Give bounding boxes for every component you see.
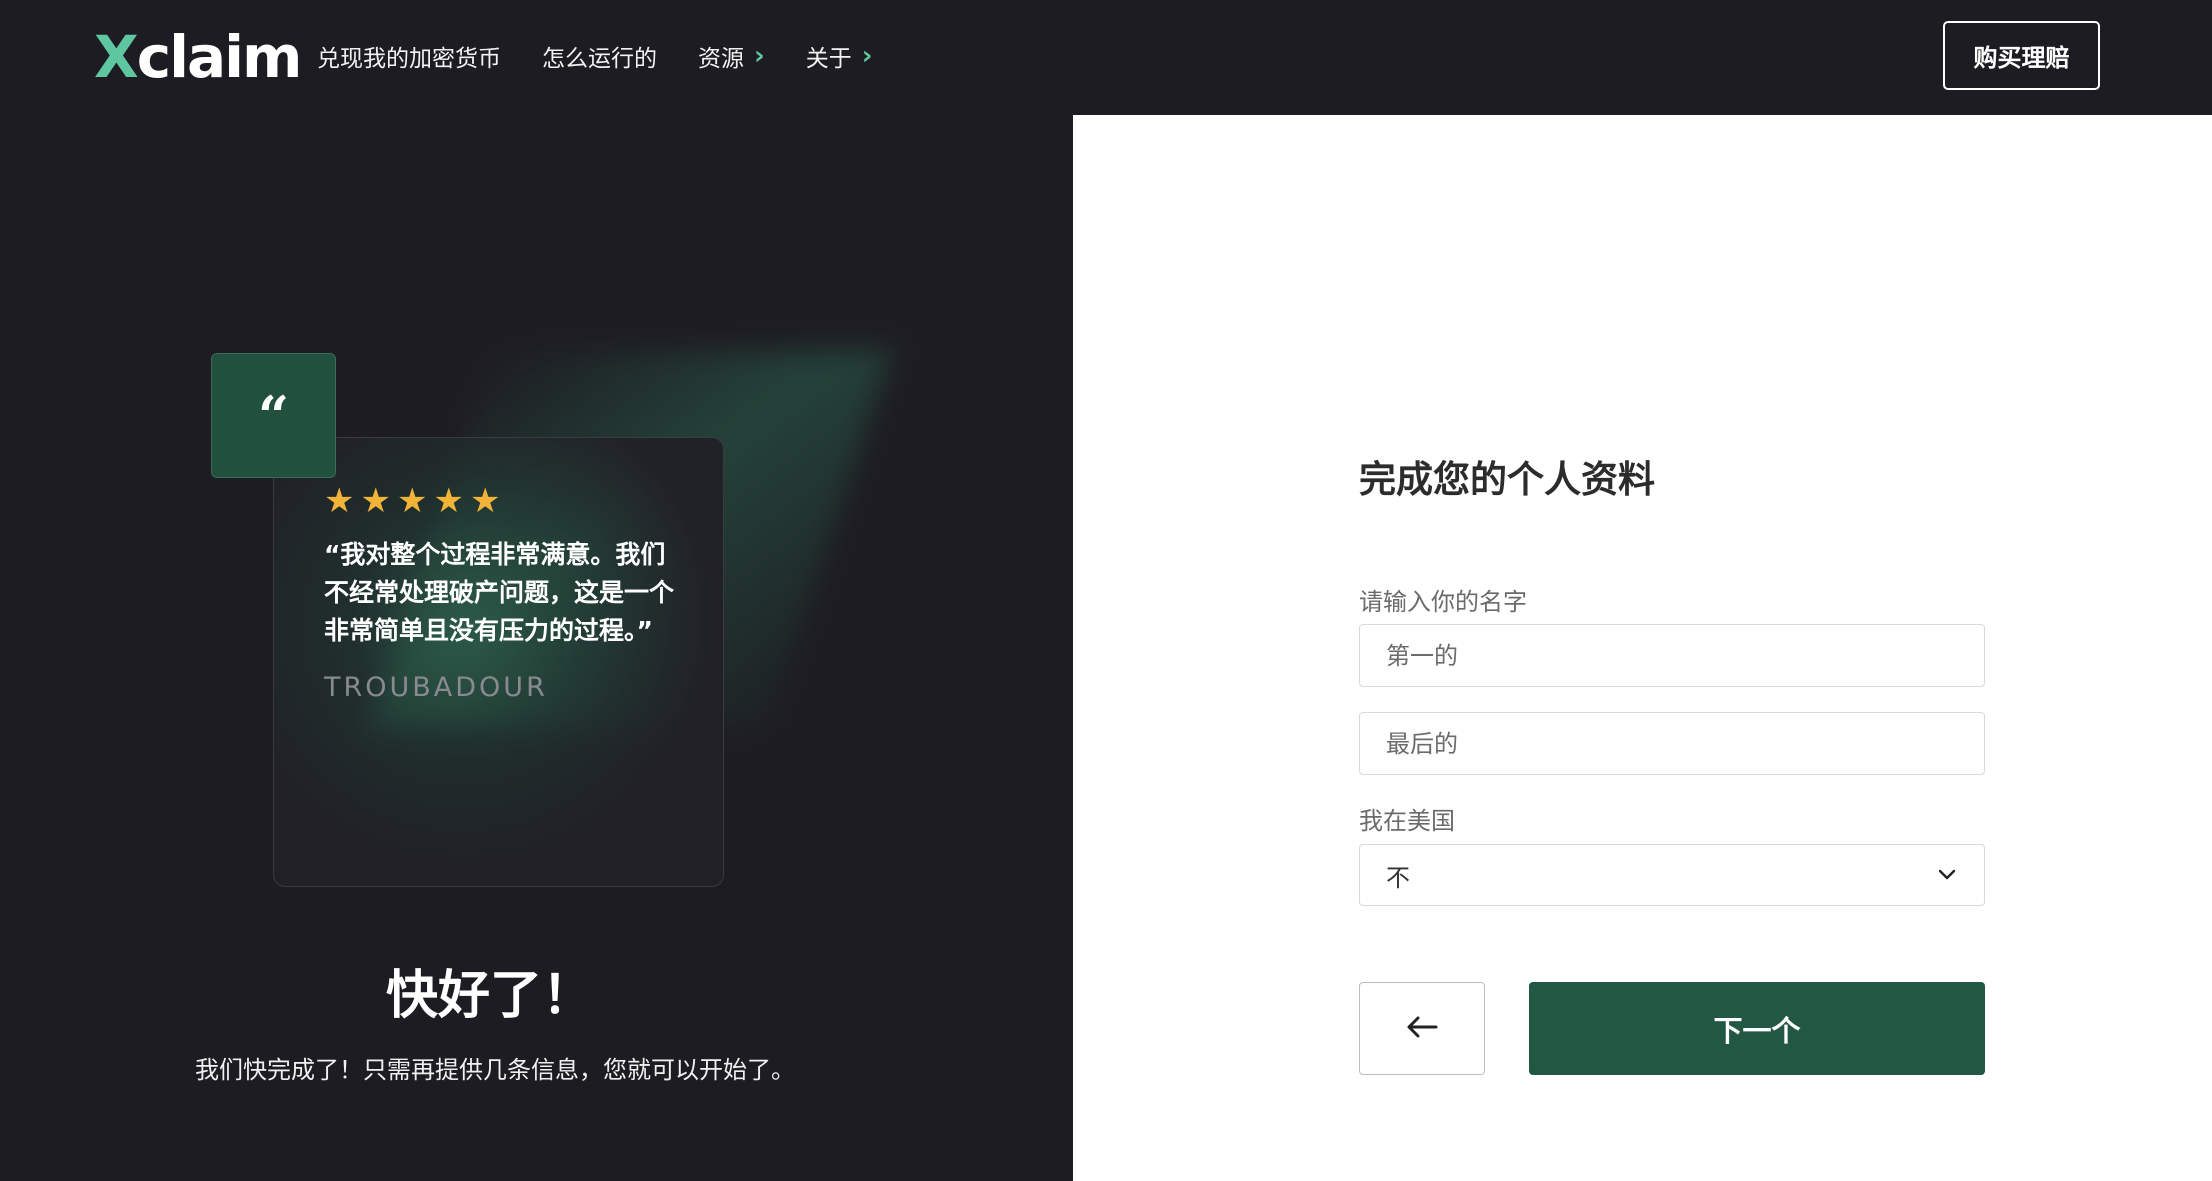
- nav-label: 资源: [698, 46, 744, 72]
- nav-about[interactable]: 关于 ›: [806, 39, 873, 73]
- reviewer-name: TROUBADOUR: [324, 672, 548, 703]
- star-icon: ★: [324, 481, 355, 521]
- chevron-down-icon: [1938, 866, 1956, 885]
- nav-resources[interactable]: 资源 ›: [698, 39, 765, 73]
- top-navbar: Xclaim 兑现我的加密货币 怎么运行的 资源 › 关于 › 购买理赔: [0, 0, 2212, 115]
- chevron-right-icon: ›: [861, 41, 873, 71]
- arrow-left-icon: [1406, 1016, 1438, 1042]
- main-nav: 兑现我的加密货币 怎么运行的 资源 › 关于 ›: [317, 36, 872, 76]
- star-icon: ★: [360, 481, 391, 521]
- nav-how-it-works[interactable]: 怎么运行的: [542, 39, 657, 73]
- nav-cash-out-crypto[interactable]: 兑现我的加密货币: [317, 39, 501, 73]
- next-button[interactable]: 下一个: [1529, 982, 1985, 1075]
- buy-claim-button[interactable]: 购买理赔: [1943, 21, 2100, 90]
- us-resident-select[interactable]: 不: [1359, 844, 1985, 906]
- select-value: 不: [1386, 863, 1410, 892]
- nav-label: 兑现我的加密货币: [317, 46, 501, 72]
- star-icon: ★: [433, 481, 464, 521]
- first-name-input[interactable]: [1359, 624, 1985, 687]
- star-icon: ★: [469, 481, 501, 521]
- nav-label: 关于: [805, 46, 852, 72]
- back-button[interactable]: [1359, 982, 1485, 1075]
- almost-done-title: 快好了！: [385, 966, 594, 1026]
- us-resident-label: 我在美国: [1359, 807, 1455, 835]
- nav-label: 怎么运行的: [542, 46, 657, 72]
- testimonial-panel: ★ ★ ★ ★ ★ “我对整个过程非常满意。我们不经常处理破产问题，这是一个非常…: [0, 115, 1073, 1181]
- star-rating: ★ ★ ★ ★ ★: [324, 484, 673, 518]
- form-title: 完成您的个人资料: [1359, 458, 1655, 501]
- chevron-right-icon: ›: [754, 41, 765, 71]
- review-text: “我对整个过程非常满意。我们不经常处理破产问题，这是一个非常简单且没有压力的过程…: [324, 540, 675, 645]
- name-label: 请输入你的名字: [1359, 588, 1527, 616]
- review-card: ★ ★ ★ ★ ★ “我对整个过程非常满意。我们不经常处理破产问题，这是一个非常…: [273, 437, 724, 887]
- profile-form-panel: 完成您的个人资料 请输入你的名字 我在美国 不 下一个: [1073, 115, 2212, 1181]
- almost-done-subtitle: 我们快完成了！只需再提供几条信息，您就可以开始了。: [195, 1056, 795, 1084]
- xclaim-logo[interactable]: Xclaim: [94, 22, 302, 92]
- quote-icon: “: [211, 353, 336, 478]
- star-icon: ★: [396, 481, 428, 521]
- last-name-input[interactable]: [1359, 712, 1985, 775]
